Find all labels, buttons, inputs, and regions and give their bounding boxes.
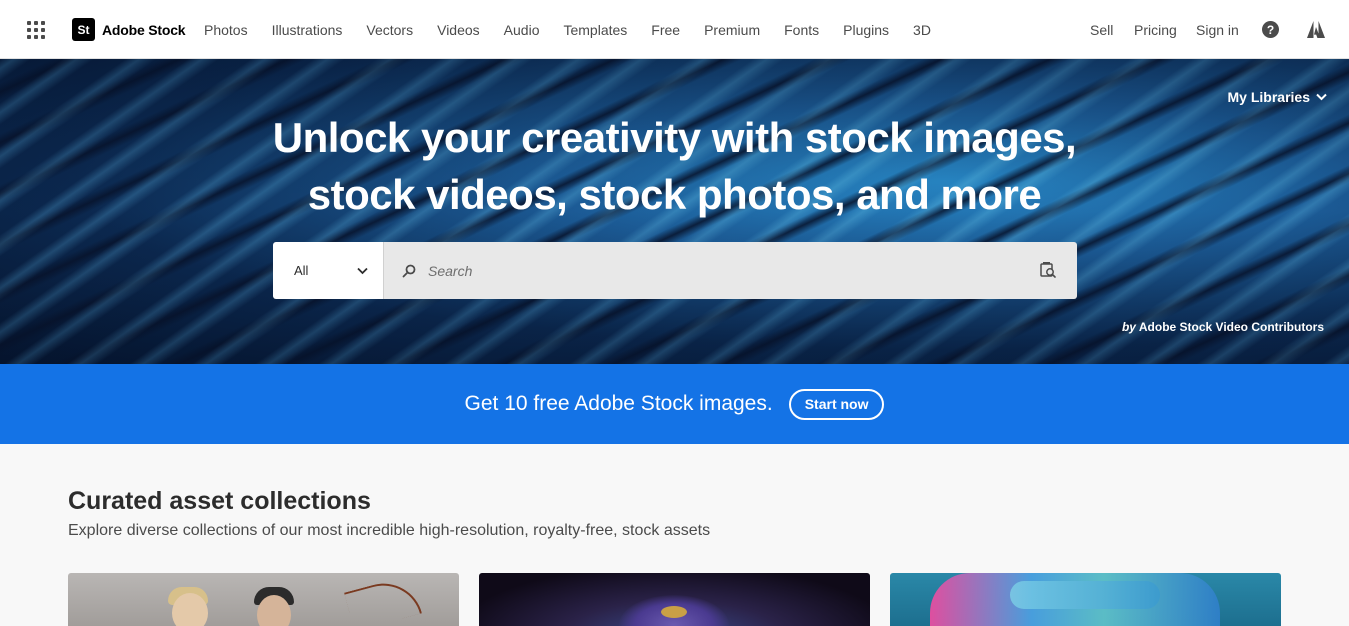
nav-premium[interactable]: Premium [704,22,760,38]
hero-banner: My Libraries Unlock your creativity with… [0,59,1349,364]
card-image-detail [172,593,208,626]
pricing-link[interactable]: Pricing [1134,22,1177,38]
adobe-stock-logo[interactable]: St Adobe Stock [72,18,186,41]
hero-credit: by Adobe Stock Video Contributors [1122,320,1324,334]
collection-card[interactable] [890,573,1281,626]
hero-title: Unlock your creativity with stock images… [0,109,1349,223]
collection-card[interactable] [68,573,459,626]
logo-text: Adobe Stock [102,21,186,38]
help-icon[interactable]: ? [1262,21,1279,38]
apps-grid-icon[interactable] [27,21,45,39]
card-image-detail [344,574,422,626]
hero-title-line2: stock videos, stock photos, and more [307,171,1042,218]
curated-title: Curated asset collections [68,487,371,515]
main-nav: Photos Illustrations Vectors Videos Audi… [204,0,955,59]
nav-free[interactable]: Free [651,22,680,38]
nav-3d[interactable]: 3D [913,22,931,38]
nav-templates[interactable]: Templates [563,22,627,38]
search-field [384,242,1077,299]
nav-plugins[interactable]: Plugins [843,22,889,38]
nav-photos[interactable]: Photos [204,22,248,38]
nav-audio[interactable]: Audio [504,22,540,38]
my-libraries-label: My Libraries [1227,89,1310,105]
hero-title-line1: Unlock your creativity with stock images… [272,114,1077,161]
search-input[interactable] [428,262,988,279]
nav-videos[interactable]: Videos [437,22,480,38]
search-bar: All [273,242,1077,299]
promo-text: Get 10 free Adobe Stock images. [464,392,773,415]
card-image-detail [1010,581,1160,609]
search-category-select[interactable]: All [273,242,384,299]
chevron-down-icon [357,267,368,274]
credit-by: by [1121,320,1136,334]
top-navigation-bar: St Adobe Stock Photos Illustrations Vect… [0,0,1349,59]
start-now-button[interactable]: Start now [788,388,885,420]
curated-subtitle: Explore diverse collections of our most … [68,522,711,539]
stock-logo-icon: St [72,18,95,41]
nav-fonts[interactable]: Fonts [784,22,819,38]
my-libraries-dropdown[interactable]: My Libraries [1228,89,1327,105]
visual-search-icon[interactable] [1039,261,1057,279]
collection-card[interactable] [479,573,870,626]
nav-vectors[interactable]: Vectors [366,22,413,38]
search-icon [402,264,416,277]
chevron-down-icon [1316,93,1327,101]
promo-banner: Get 10 free Adobe Stock images. Start no… [0,364,1349,444]
sign-in-link[interactable]: Sign in [1196,22,1239,38]
nav-illustrations[interactable]: Illustrations [272,22,343,38]
search-category-value: All [294,263,309,278]
credit-name-link[interactable]: Adobe Stock Video Contributors [1139,320,1324,334]
adobe-logo-icon[interactable] [1307,21,1325,38]
card-image-detail [661,606,687,618]
sell-link[interactable]: Sell [1090,22,1113,38]
